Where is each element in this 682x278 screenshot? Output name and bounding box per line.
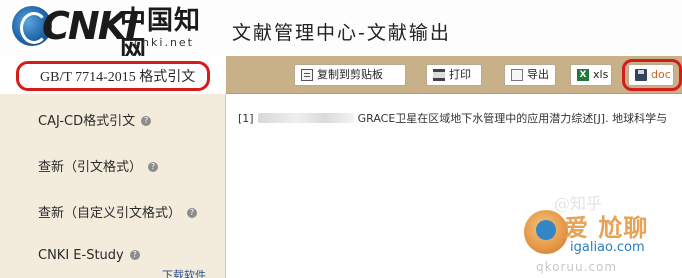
export-button[interactable]: 导出 xyxy=(504,64,556,86)
xls-button[interactable]: X xls xyxy=(570,64,612,86)
button-label: 打印 xyxy=(449,68,471,81)
logo-url: cnki.net xyxy=(134,36,194,49)
excel-icon: X xyxy=(577,69,589,81)
redacted-authors xyxy=(257,113,354,123)
sidebar-item-label: CNKI E-Study xyxy=(38,248,124,263)
sidebar-item-chaxin[interactable]: 查新（引文格式）? xyxy=(0,156,226,182)
page-title: 文献管理中心-文献输出 xyxy=(232,22,451,44)
clipboard-icon xyxy=(301,69,313,81)
copy-to-clipboard-button[interactable]: 复制到剪贴板 xyxy=(294,64,406,86)
highlight-annotation xyxy=(16,61,210,91)
help-icon[interactable]: ? xyxy=(187,208,198,218)
button-label: xls xyxy=(593,68,609,81)
citation-text: GRACE卫星在区域地下水管理中的应用潜力综述[J]. 地球科学与 xyxy=(357,112,668,125)
sidebar-item-gbt7714[interactable]: GB/T 7714-2015 格式引文 xyxy=(0,56,226,94)
watermark-site: igaliao.com xyxy=(570,240,645,255)
help-icon[interactable]: ? xyxy=(141,116,152,126)
print-button[interactable]: 打印 xyxy=(426,64,482,86)
button-label: 导出 xyxy=(527,68,549,81)
printer-icon xyxy=(433,69,445,81)
header-bar: CNKI 中国知网 cnki.net 文献管理中心-文献输出 xyxy=(0,0,682,66)
sidebar-item-label: 查新（自定义引文格式） xyxy=(38,206,182,221)
citation-entry[interactable]: [1] GRACE卫星在区域地下水管理中的应用潜力综述[J]. 地球科学与 xyxy=(238,110,682,126)
page-root: CNKI 中国知网 cnki.net 文献管理中心-文献输出 GB/T 7714… xyxy=(0,0,682,278)
highlight-annotation xyxy=(622,59,682,91)
watermark-brand: 爱 尬聊 xyxy=(564,214,649,242)
export-toolbar: 复制到剪贴板 打印 导出 X xls doc xyxy=(226,56,682,94)
button-label: 复制到剪贴板 xyxy=(317,68,383,81)
cnki-logo[interactable]: CNKI 中国知网 cnki.net xyxy=(12,2,212,66)
watermark-faded-site: qkoruu.com xyxy=(536,260,618,274)
help-icon[interactable]: ? xyxy=(129,250,140,260)
sidebar-item-chaxin-custom[interactable]: 查新（自定义引文格式）? xyxy=(0,202,226,228)
help-icon[interactable]: ? xyxy=(148,162,159,172)
download-software-link[interactable]: 下载软件 xyxy=(162,267,206,278)
document-icon xyxy=(511,69,523,81)
watermark-logo-icon xyxy=(524,210,568,254)
citation-number: [1] xyxy=(238,112,254,125)
sidebar-item-caj-cd[interactable]: CAJ-CD格式引文? xyxy=(0,110,226,136)
sidebar-item-label: 查新（引文格式） xyxy=(38,160,143,175)
format-sidebar: GB/T 7714-2015 格式引文 CAJ-CD格式引文? 查新（引文格式）… xyxy=(0,56,226,278)
watermark: @知乎 爱 尬聊 igaliao.com qkoruu.com xyxy=(524,194,682,278)
sidebar-item-label: CAJ-CD格式引文 xyxy=(38,114,136,129)
